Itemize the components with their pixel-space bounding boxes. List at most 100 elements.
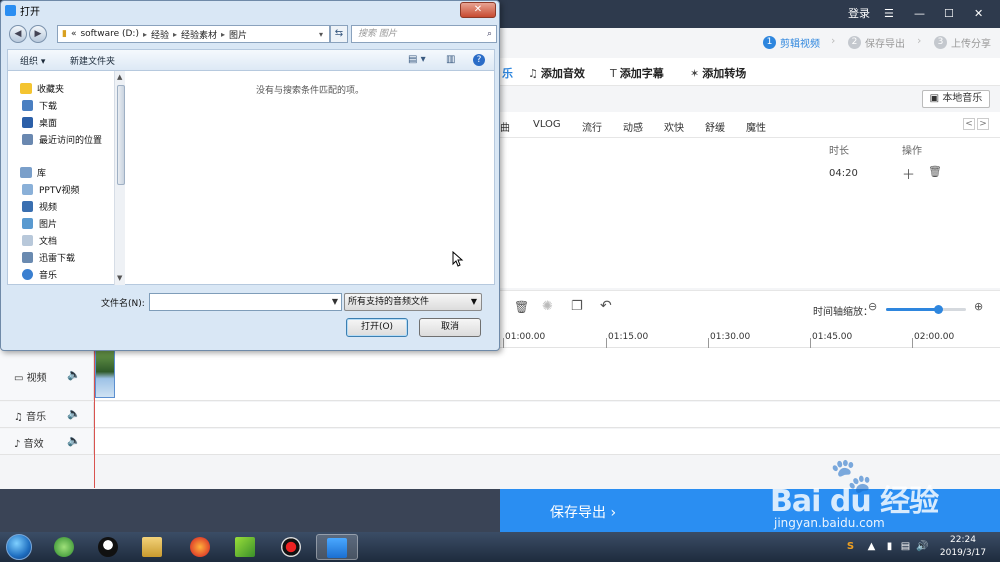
system-clock[interactable]: 22:24 2019/3/17 [938, 534, 988, 560]
new-folder-button[interactable]: 新建文件夹 [70, 54, 115, 67]
tab-add-audio[interactable]: ♫ 添加音效 [528, 65, 585, 81]
chevron-down-icon[interactable]: ▾ [319, 30, 323, 39]
close-icon[interactable]: ✕ [974, 6, 983, 22]
sogou-icon[interactable]: S [845, 541, 856, 552]
tab-add-transition[interactable]: ✶ 添加转场 [690, 65, 746, 81]
tab-music[interactable]: 乐 [502, 65, 513, 81]
filename-input[interactable] [149, 293, 342, 311]
scrollbar-thumb[interactable] [117, 85, 125, 185]
undo-icon[interactable]: ↶ [600, 298, 612, 314]
open-button[interactable]: 打开(O) [346, 318, 408, 337]
zoom-slider[interactable] [886, 305, 966, 314]
nav-item-music[interactable]: 音乐 [22, 268, 57, 281]
step-save-export[interactable]: 2 保存导出 [848, 35, 905, 50]
delete-icon[interactable]: 🗑 [514, 300, 529, 314]
taskbar-app[interactable] [44, 534, 86, 560]
video-track[interactable]: ▭ 视频 🔈 [0, 348, 1000, 401]
nav-item-thunder[interactable]: 迅雷下载 [22, 251, 75, 264]
speaker-icon[interactable]: 🔈 [67, 368, 81, 381]
start-button[interactable] [6, 534, 32, 560]
nav-item-pptv[interactable]: PPTV视频 [22, 183, 80, 196]
track-label-video: ▭ 视频 [14, 373, 47, 384]
refresh-icon[interactable]: ⇆ [330, 25, 348, 43]
music-list: 时长 操作 04:20 ＋ 🗑 [500, 138, 1000, 288]
maximize-icon[interactable]: ☐ [944, 6, 954, 22]
nav-favorites[interactable]: 收藏夹 [20, 82, 64, 95]
save-export-button[interactable]: 保存导出 › [550, 502, 616, 522]
step-edit-video[interactable]: 1 剪辑视频 [763, 35, 820, 50]
copy-icon[interactable]: ❐ [571, 299, 583, 314]
step-upload-share[interactable]: 3 上传分享 [934, 35, 991, 50]
category-item[interactable]: 动感 [623, 119, 643, 134]
record-icon [281, 537, 301, 557]
network-icon[interactable]: ▤ [900, 541, 911, 552]
view-options-icon[interactable]: ▤ ▾ [408, 54, 426, 65]
playhead[interactable] [94, 348, 95, 488]
scroll-down-icon[interactable]: ▼ [117, 274, 122, 282]
tray-up-icon[interactable]: ▲ [866, 541, 877, 552]
nav-item-desktop[interactable]: 桌面 [22, 116, 57, 129]
video-camera-icon: ▭ [14, 373, 24, 384]
category-item[interactable]: 魔性 [746, 119, 766, 134]
menu-icon[interactable]: ☰ [884, 6, 894, 22]
taskbar-app[interactable] [225, 534, 267, 560]
library-icon [20, 167, 32, 178]
taskbar-app[interactable] [132, 534, 174, 560]
zoom-slider-handle[interactable] [934, 305, 943, 314]
next-page-button[interactable]: > [977, 118, 989, 130]
forward-button[interactable]: ▶ [29, 25, 47, 43]
taskbar-app[interactable] [271, 534, 313, 560]
folder-music-icon: ▣ [929, 93, 940, 104]
taskbar-app[interactable] [88, 534, 130, 560]
taskbar-app[interactable] [180, 534, 222, 560]
dialog-close-button[interactable]: ✕ [460, 2, 496, 18]
tab-add-subtitle[interactable]: T 添加字幕 [610, 65, 664, 81]
track-duration: 04:20 [829, 168, 858, 179]
file-type-select[interactable]: 所有支持的音频文件 ▼ [344, 293, 482, 311]
crop-icon[interactable]: ✺ [542, 299, 553, 314]
trash-icon[interactable]: 🗑 [928, 165, 942, 178]
scroll-up-icon[interactable]: ▲ [117, 73, 122, 81]
chevron-down-icon[interactable]: ▼ [329, 294, 341, 310]
zoom-out-icon[interactable]: ⊖ [868, 300, 877, 313]
back-button[interactable]: ◀ [9, 25, 27, 43]
category-item[interactable]: 曲 [500, 119, 510, 134]
login-link[interactable]: 登录 [848, 6, 870, 22]
video-clip[interactable] [95, 350, 115, 398]
zoom-in-icon[interactable]: ⊕ [974, 300, 983, 313]
volume-icon[interactable]: 🔊 [916, 541, 928, 552]
nav-item-documents[interactable]: 文档 [22, 234, 57, 247]
nav-item-recent[interactable]: 最近访问的位置 [22, 133, 102, 146]
plus-icon[interactable]: ＋ [902, 164, 915, 183]
help-icon[interactable]: ? [473, 54, 485, 66]
address-bar[interactable]: ▮ « software (D:) ▸ 经验 ▸ 经验素材 ▸ 图片 ▾ [57, 25, 330, 43]
search-input[interactable]: 搜索 图片 ⌕ [351, 25, 497, 43]
preview-pane-icon[interactable]: ▥ [446, 54, 455, 65]
category-item[interactable]: 欢快 [664, 119, 684, 134]
category-item[interactable]: VLOG [533, 119, 561, 130]
local-music-button[interactable]: ▣ 本地音乐 [922, 90, 990, 108]
speaker-icon[interactable]: 🔈 [67, 434, 81, 447]
tick-label: 02:00.00 [914, 332, 955, 342]
breadcrumb-item[interactable]: 经验 [151, 28, 169, 41]
nav-item-videos[interactable]: 视频 [22, 200, 57, 213]
zoom-label: 时间轴缩放： [813, 307, 873, 318]
music-track[interactable]: ♫ 音乐 🔈 [0, 402, 1000, 428]
speaker-icon[interactable]: 🔈 [67, 407, 81, 420]
prev-page-button[interactable]: < [963, 118, 975, 130]
nav-item-downloads[interactable]: 下载 [22, 99, 57, 112]
sfx-track[interactable]: ♪ 音效 🔈 [0, 429, 1000, 455]
breadcrumb-item[interactable]: 图片 [229, 28, 247, 41]
breadcrumb-item[interactable]: 经验素材 [181, 28, 217, 41]
breadcrumb-item[interactable]: software (D:) [80, 29, 139, 39]
device-icon[interactable]: ▮ [884, 541, 895, 552]
minimize-icon[interactable]: — [914, 6, 925, 22]
category-item[interactable]: 舒缓 [705, 119, 725, 134]
nav-item-pictures[interactable]: 图片 [22, 217, 57, 230]
category-item[interactable]: 流行 [582, 119, 602, 134]
file-list-pane[interactable]: 没有与搜索条件匹配的项。 [125, 71, 495, 285]
nav-library[interactable]: 库 [20, 166, 46, 179]
cancel-button[interactable]: 取消 [419, 318, 481, 337]
organize-menu[interactable]: 组织 ▾ [20, 54, 45, 67]
taskbar-app-active[interactable] [316, 534, 358, 560]
